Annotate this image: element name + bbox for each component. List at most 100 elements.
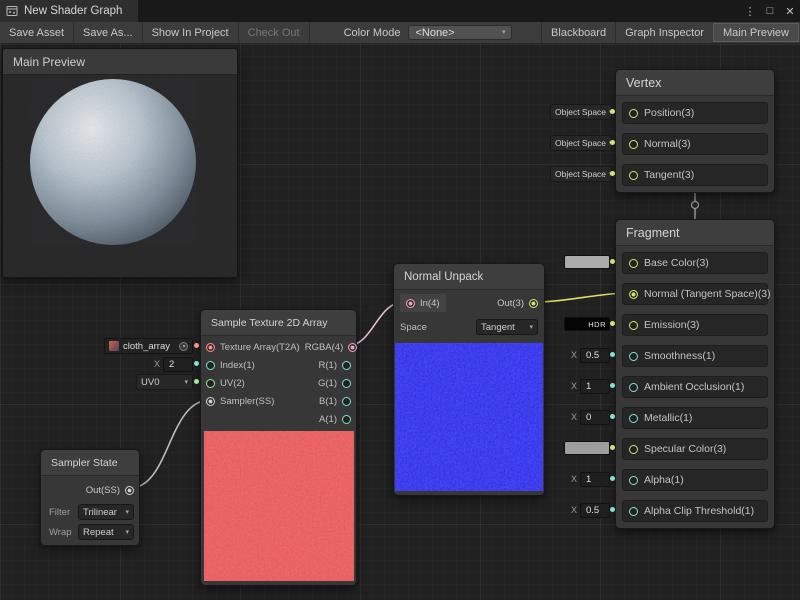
dropdown-value: Trilinear [83,507,117,518]
sampler-state-header[interactable]: Sampler State [41,450,139,476]
block-base-color[interactable]: Base Color(3) [622,252,768,274]
index-value[interactable]: 2 [163,357,193,372]
normal-map-preview [395,343,543,491]
sampler-state-body: Out(SS) Filter Trilinear ▾ Wrap Repeat ▾ [41,480,139,545]
kebab-menu-icon[interactable]: ⋮ [740,0,760,22]
dropdown-value: Tangent [481,322,515,333]
port-rgba-out[interactable] [348,343,357,352]
port-emission[interactable] [629,321,638,330]
sample-texture-2d-array-node[interactable]: Sample Texture 2D Array Texture Array(T2… [200,309,357,586]
block-tangent[interactable]: Tangent(3) [622,164,768,186]
smoothness-value[interactable]: 0.5 [580,348,610,363]
alpha-clip-threshold-value[interactable]: 0.5 [580,503,610,518]
port-position[interactable] [629,109,638,118]
main-preview-header[interactable]: Main Preview [3,49,237,75]
port-smoothness[interactable] [629,352,638,361]
smoothness-field[interactable]: X 0.5 [571,347,610,363]
port-specular-color[interactable] [629,445,638,454]
port-out-ss[interactable] [125,486,134,495]
port-normal-tangent-space[interactable] [629,290,638,299]
block-emission[interactable]: Emission(3) [622,314,768,336]
port-normal[interactable] [629,140,638,149]
fragment-node-header[interactable]: Fragment [616,220,774,246]
save-as-button[interactable]: Save As... [74,22,143,43]
space-dropdown[interactable]: Tangent ▾ [476,319,538,335]
port-ambient-occlusion[interactable] [629,383,638,392]
port-sampler-in[interactable] [206,397,215,406]
block-label: Alpha Clip Threshold(1) [644,505,754,517]
block-alpha[interactable]: Alpha(1) [622,469,768,491]
block-specular-color[interactable]: Specular Color(3) [622,438,768,460]
ambient-occlusion-value[interactable]: 1 [580,379,610,394]
normal-unpack-header[interactable]: Normal Unpack [394,264,544,290]
normal-space-dropdown[interactable]: Object Space ▾ [550,135,612,151]
block-smoothness[interactable]: Smoothness(1) [622,345,768,367]
alpha-value[interactable]: 1 [580,472,610,487]
alpha-field[interactable]: X 1 [571,471,610,487]
port-r-out[interactable] [342,361,351,370]
vertex-node[interactable]: Vertex Position(3) Normal(3) Tangent(3) [615,69,775,193]
block-position[interactable]: Position(3) [622,102,768,124]
block-label: Tangent(3) [644,169,694,181]
port-label: Out(3) [497,298,524,309]
port-uv-in[interactable] [206,379,215,388]
shader-graph-icon [6,5,18,17]
vertex-node-header[interactable]: Vertex [616,70,774,96]
main-preview-body [3,75,237,277]
port-base-color[interactable] [629,259,638,268]
alpha-clip-threshold-field[interactable]: X 0.5 [571,502,610,518]
port-alpha[interactable] [629,476,638,485]
port-in[interactable] [406,299,415,308]
filter-dropdown[interactable]: Trilinear ▾ [78,504,134,520]
blackboard-toggle[interactable]: Blackboard [541,22,615,43]
main-preview-toggle[interactable]: Main Preview [713,23,799,42]
block-normal[interactable]: Normal(3) [622,133,768,155]
emission-color-field[interactable]: HDR [564,317,610,331]
texture-array-object-field[interactable]: cloth_array [104,338,193,354]
block-metallic[interactable]: Metallic(1) [622,407,768,429]
port-alpha-clip-threshold[interactable] [629,507,638,516]
document-tab[interactable]: New Shader Graph [0,0,138,22]
fragment-node[interactable]: Fragment Base Color(3) Normal (Tangent S… [615,219,775,529]
block-ambient-occlusion[interactable]: Ambient Occlusion(1) [622,376,768,398]
port-g-out[interactable] [342,379,351,388]
specular-color-swatch[interactable] [564,441,610,455]
port-texture-array-in[interactable] [206,343,215,352]
block-alpha-clip-threshold[interactable]: Alpha Clip Threshold(1) [622,500,768,522]
port-b-out[interactable] [342,397,351,406]
save-asset-button[interactable]: Save Asset [0,22,74,43]
close-icon[interactable]: ✕ [780,0,800,22]
tangent-space-dropdown[interactable]: Object Space ▾ [550,166,612,182]
window-title: New Shader Graph [24,5,122,17]
port-metallic[interactable] [629,414,638,423]
metallic-value[interactable]: 0 [580,410,610,425]
port-a-out[interactable] [342,415,351,424]
color-mode-dropdown[interactable]: <None> ▾ [408,25,512,40]
x-prefix: X [571,474,577,484]
sampler-out-row: Out(SS) [41,480,139,500]
object-picker-icon[interactable] [179,342,188,351]
color-mode-label: Color Mode [336,22,409,43]
stub-alpha [610,476,615,481]
graph-inspector-toggle[interactable]: Graph Inspector [615,22,713,43]
show-in-project-button[interactable]: Show In Project [143,22,239,43]
port-out[interactable] [529,299,538,308]
metallic-field[interactable]: X 0 [571,409,610,425]
index-field[interactable]: X 2 [154,356,193,372]
edge-samplerstate-to-sampler[interactable] [130,400,210,488]
wrap-dropdown[interactable]: Repeat ▾ [78,524,134,540]
stack-link-knob [692,202,699,209]
sample-node-header[interactable]: Sample Texture 2D Array [201,310,356,336]
maximize-icon[interactable]: □ [760,0,780,22]
dropdown-value: Object Space [555,169,606,179]
port-index-in[interactable] [206,361,215,370]
ambient-occlusion-field[interactable]: X 1 [571,378,610,394]
graph-canvas[interactable]: Main Preview [0,44,800,600]
base-color-swatch[interactable] [564,255,610,269]
block-normal-tangent-space[interactable]: Normal (Tangent Space)(3) [622,283,768,305]
port-tangent[interactable] [629,171,638,180]
uv-channel-dropdown[interactable]: UV0 ▾ [136,374,193,390]
sampler-state-node[interactable]: Sampler State Out(SS) Filter Trilinear ▾… [40,449,140,546]
normal-unpack-node[interactable]: Normal Unpack In(4) Out(3) Space Tangent… [393,263,545,496]
position-space-dropdown[interactable]: Object Space ▾ [550,104,612,120]
